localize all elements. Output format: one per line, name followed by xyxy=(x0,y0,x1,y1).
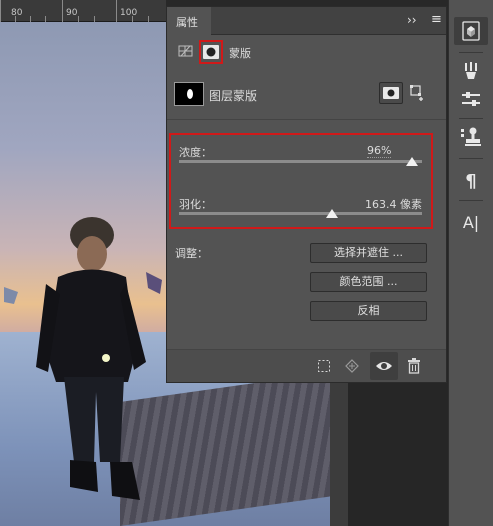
vector-mask-icon[interactable] xyxy=(178,44,194,58)
sliders-icon xyxy=(462,92,480,106)
density-slider-thumb[interactable] xyxy=(406,157,419,166)
density-label: 浓度： xyxy=(179,146,212,159)
pixel-mask-icon xyxy=(203,45,219,59)
paragraph-icon[interactable]: ¶ xyxy=(459,170,483,192)
collapse-panel-icon[interactable]: ›› xyxy=(407,13,417,27)
ruler-tick xyxy=(116,0,117,22)
density-value[interactable]: 96% xyxy=(367,144,392,158)
mask-thumbnail-blob xyxy=(187,89,193,99)
ruler-tick xyxy=(0,0,1,22)
brushes-icon xyxy=(465,62,477,79)
panel-bottom-bar xyxy=(167,349,446,382)
character-icon[interactable]: A| xyxy=(459,211,483,233)
pixel-mask-button[interactable] xyxy=(199,40,223,64)
eye-icon xyxy=(376,362,392,370)
select-and-mask-button[interactable]: 选择并遮住 ... xyxy=(310,243,427,263)
ruler-tick xyxy=(62,0,63,22)
adjustments-icon[interactable] xyxy=(459,88,483,110)
add-vector-mask-icon[interactable] xyxy=(409,84,427,102)
ruler-label: 80 xyxy=(11,8,23,18)
tab-properties-label: 属性 xyxy=(176,16,198,29)
horizontal-ruler: 80 90 100 xyxy=(0,0,166,22)
divider xyxy=(459,118,483,119)
properties-icon xyxy=(462,21,480,41)
ruler-label: 100 xyxy=(120,8,138,18)
layer-mask-thumbnail[interactable] xyxy=(174,82,204,106)
toggle-mask-visibility-button[interactable] xyxy=(370,352,398,380)
feather-label: 羽化： xyxy=(179,198,212,211)
color-range-button[interactable]: 颜色范围 ... xyxy=(310,272,427,292)
panel-menu-icon[interactable]: ≡ xyxy=(431,12,442,27)
divider xyxy=(459,52,483,53)
right-panel-dock: ¶ A| xyxy=(448,0,493,526)
apply-mask-icon[interactable] xyxy=(344,358,360,374)
clone-source-icon[interactable] xyxy=(459,126,483,148)
stamp-icon xyxy=(461,127,481,146)
density-slider-track[interactable] xyxy=(179,160,422,163)
feather-slider-track[interactable] xyxy=(179,212,422,215)
divider xyxy=(459,200,483,201)
feather-value[interactable]: 163.4 像素 xyxy=(365,196,422,213)
feather-slider-thumb[interactable] xyxy=(326,209,339,218)
panel-tab-bar: 属性 ›› ≡ xyxy=(167,7,446,35)
properties-panel: 属性 ›› ≡ 蒙版 图层蒙版 浓度： 96% 羽化： 163.4 像素 调整：… xyxy=(166,6,447,383)
tab-properties[interactable]: 属性 xyxy=(167,7,211,35)
layer-mask-label: 图层蒙版 xyxy=(209,89,258,103)
refine-label: 调整： xyxy=(175,247,208,260)
mask-type-label: 蒙版 xyxy=(229,47,251,60)
ruler-label: 90 xyxy=(66,8,78,18)
delete-mask-icon[interactable] xyxy=(407,358,421,374)
pixel-mask-icon xyxy=(383,87,399,99)
invert-button[interactable]: 反相 xyxy=(310,301,427,321)
properties-dock-button[interactable] xyxy=(454,17,488,45)
add-pixel-mask-button[interactable] xyxy=(379,82,403,104)
brush-settings-icon[interactable] xyxy=(459,60,483,82)
divider xyxy=(459,158,483,159)
load-selection-icon[interactable] xyxy=(317,359,331,373)
divider xyxy=(167,119,446,120)
